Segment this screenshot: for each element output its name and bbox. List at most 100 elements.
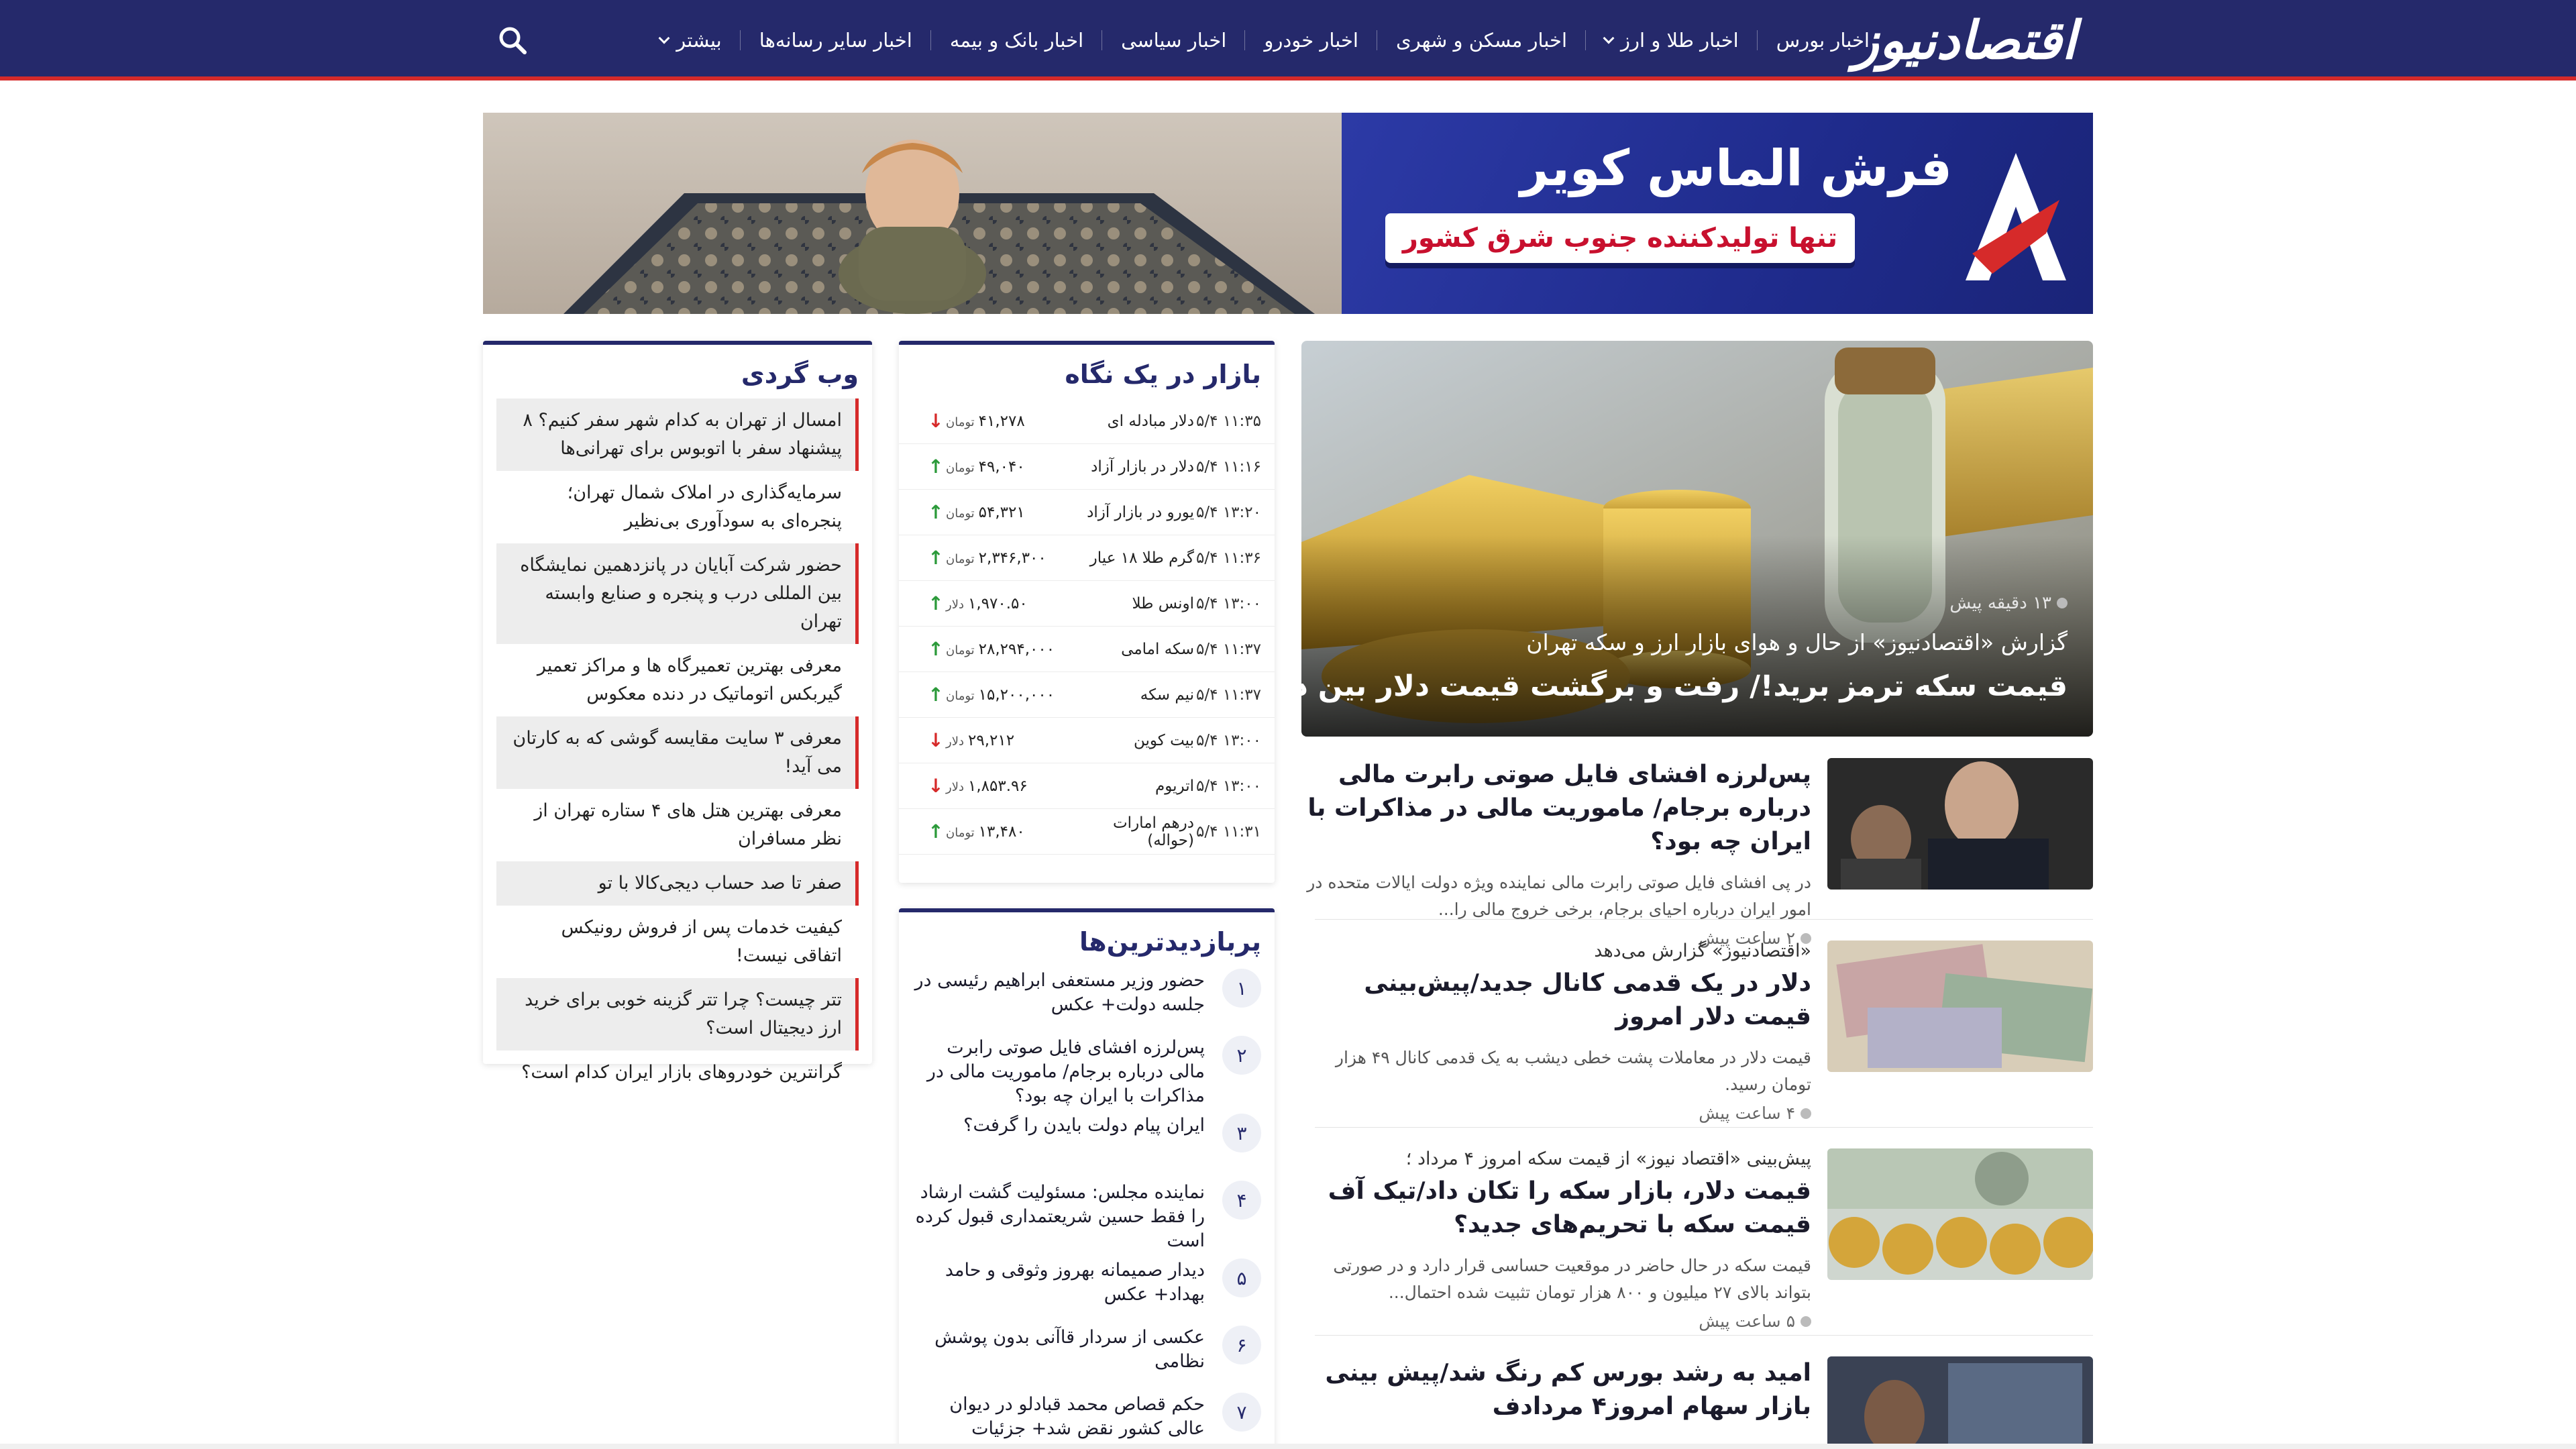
divider [1315,919,2093,920]
most-viewed-item[interactable]: ۵ دیدار صمیمانه بهروز وثوقی و حامد بهداد+… [899,1256,1275,1323]
nav-item-housing[interactable]: اخبار مسکن و شهری [1377,29,1587,52]
news-title[interactable]: پس‌لرزه افشای فایل صوتی رابرت مالی دربار… [1301,758,1811,859]
news-item[interactable]: «اقتصادنیوز» گزارش می‌دهد دلار در یک قدم… [1301,941,2093,1123]
web-link-item[interactable]: کیفیت خدمات پس از فروش رونیکس اتفاقی نیس… [496,906,859,978]
main-nav: اخبار بورس اخبار طلا و ارز اخبار مسکن و … [641,0,1888,80]
most-viewed-item[interactable]: ۴ نماینده مجلس: مسئولیت گشت ارشاد را فقط … [899,1178,1275,1256]
most-viewed-item[interactable]: ۷ حکم قصاص محمد قبادلو در دیوان عالی کشور… [899,1390,1275,1449]
most-viewed-item[interactable]: ۲ پس‌لرزه افشای فایل صوتی رابرت مالی دربا… [899,1033,1275,1111]
nav-item-label: اخبار مسکن و شهری [1395,29,1568,52]
market-row[interactable]: ۱۳:۰۰ ۵/۴ اتریوم ۱,۸۵۳.۹۶دلار ↓ [899,763,1275,809]
arrow-down-icon: ↓ [928,410,944,432]
market-row-value: ۴۱,۲۷۸تومان [946,413,1080,430]
hero-headline[interactable]: قیمت سکه ترمز برید!/ رفت و برگشت قیمت دل… [1301,669,2068,703]
web-link-item[interactable]: حضور شرکت آبایان در پانزدهمین نمایشگاه ب… [496,543,859,644]
most-viewed-link[interactable]: عکسی از سردار قاآنی بدون پوشش نظامی [912,1326,1205,1374]
most-viewed-link[interactable]: حکم قصاص محمد قبادلو در دیوان عالی کشور … [912,1393,1205,1441]
market-value-number: ۴۹,۰۴۰ [978,458,1025,476]
clock-icon [1801,1108,1811,1119]
news-title[interactable]: امید به رشد بورس کم رنگ شد/پیش بینی بازا… [1301,1356,1811,1424]
news-thumbnail[interactable] [1827,1356,2093,1444]
news-item[interactable]: پیش‌بینی «اقتصاد نیوز» از قیمت سکه امروز… [1301,1148,2093,1331]
market-row[interactable]: ۱۳:۰۰ ۵/۴ بیت کوین ۲۹,۲۱۲دلار ↓ [899,718,1275,763]
market-row-time: ۱۱:۳۷ ۵/۴ [1196,686,1261,704]
market-row[interactable]: ۱۱:۳۵ ۵/۴ دلار مبادله ای ۴۱,۲۷۸تومان ↓ [899,398,1275,444]
most-viewed-item[interactable]: ۳ ایران پیام دولت بایدن را گرفت؟ [899,1111,1275,1178]
market-row[interactable]: ۱۱:۱۶ ۵/۴ دلار در بازار آزاد ۴۹,۰۴۰تومان ↑ [899,444,1275,490]
news-thumbnail[interactable] [1827,941,2093,1072]
market-row[interactable]: ۱۳:۰۰ ۵/۴ اونس طلا ۱,۹۷۰.۵۰دلار ↑ [899,581,1275,627]
nav-item-auto[interactable]: اخبار خودرو [1245,29,1377,52]
market-value-number: ۲۸,۲۹۴,۰۰۰ [978,640,1055,658]
hero-kicker: گزارش «اقتصادنیوز» از حال و هوای بازار ا… [1526,629,2068,655]
page-bottom-edge [0,1444,2576,1449]
search-button[interactable] [498,25,527,55]
news-title[interactable]: دلار در یک قدمی کانال جدید/پیش‌بینی قیمت… [1301,967,1811,1034]
news-timestamp: ۴ ساعت پیش [1301,1104,1811,1123]
most-viewed-link[interactable]: پس‌لرزه افشای فایل صوتی رابرت مالی دربار… [912,1036,1205,1108]
most-viewed-item[interactable]: ۶ عکسی از سردار قاآنی بدون پوشش نظامی [899,1323,1275,1390]
most-viewed-link[interactable]: حضور وزیر مستعفی ابراهیم رئیسی در جلسه د… [912,969,1205,1017]
market-row[interactable]: ۱۱:۳۶ ۵/۴ گرم طلا ۱۸ عیار ۲,۳۴۶,۳۰۰تومان ↑ [899,535,1275,581]
market-row-time: ۱۱:۳۶ ۵/۴ [1196,549,1261,567]
web-link-item[interactable]: معرفی بهترین تعمیرگاه ها و مراکز تعمیر گ… [496,644,859,716]
market-row[interactable]: ۱۱:۳۷ ۵/۴ سکه امامی ۲۸,۲۹۴,۰۰۰تومان ↑ [899,627,1275,672]
web-link-item[interactable]: امسال از تهران به کدام شهر سفر کنیم؟ ۸ پ… [496,398,859,471]
web-links-panel: وب گردی امسال از تهران به کدام شهر سفر ک… [483,341,872,1083]
news-thumbnail[interactable] [1827,758,2093,890]
divider [1315,1335,2093,1336]
rank-badge: ۲ [1222,1036,1261,1075]
market-row-name: اونس طلا [1132,594,1194,612]
market-row[interactable]: ۱۱:۳۷ ۵/۴ نیم سکه ۱۵,۲۰۰,۰۰۰تومان ↑ [899,672,1275,718]
web-link-item[interactable]: معرفی بهترین هتل های ۴ ستاره تهران از نظ… [496,789,859,861]
nav-item-bank-insurance[interactable]: اخبار بانک و بیمه [931,29,1103,52]
search-icon [499,27,527,54]
market-row-time: ۱۱:۱۶ ۵/۴ [1196,458,1261,476]
most-viewed-link[interactable]: دیدار صمیمانه بهروز وثوقی و حامد بهداد+ … [912,1258,1205,1307]
nav-item-more[interactable]: بیشتر [641,29,741,52]
hero-story[interactable]: ۱۳ دقیقه پیش گزارش «اقتصادنیوز» از حال و… [1301,341,2093,737]
news-photo-image [1827,941,2093,1072]
news-item[interactable]: امید به رشد بورس کم رنگ شد/پیش بینی بازا… [1301,1356,2093,1444]
nav-item-label: اخبار بانک و بیمه [949,29,1084,52]
nav-item-label: اخبار طلا و ارز [1621,29,1739,52]
news-title[interactable]: قیمت دلار، بازار سکه را تکان داد/تیک آف … [1301,1175,1811,1242]
market-row[interactable]: ۱۳:۲۰ ۵/۴ یورو در بازار آزاد ۵۴,۳۲۱تومان ↑ [899,490,1275,535]
market-row-name: اتریوم [1155,777,1194,795]
news-body: «اقتصادنیوز» گزارش می‌دهد دلار در یک قدم… [1301,941,1811,1123]
news-lead: قیمت سکه در حال حاضر در موقعیت حساسی قرا… [1333,1256,1811,1302]
nav-item-politics[interactable]: اخبار سیاسی [1102,29,1246,52]
news-thumbnail[interactable] [1827,1148,2093,1280]
market-row-name: بیت کوین [1134,731,1194,749]
market-row-value: ۱,۹۷۰.۵۰دلار [946,595,1080,612]
web-link-item[interactable]: معرفی ۳ سایت مقایسه گوشی که به کارتان می… [496,716,859,789]
nav-item-other-media[interactable]: اخبار سایر رسانه‌ها [741,29,931,52]
most-viewed-item[interactable]: ۱ حضور وزیر مستعفی ابراهیم رئیسی در جلسه … [899,966,1275,1033]
market-value-unit: تومان [946,643,975,657]
web-link-item[interactable]: صفر تا صد حساب دیجی‌کالا با تو [496,861,859,906]
market-title: بازار در یک نگاه [1065,360,1261,389]
market-row[interactable]: ۱۱:۳۱ ۵/۴ درهم امارات (حواله) ۱۳,۴۸۰تومان ↑ [899,809,1275,855]
news-item[interactable]: پس‌لرزه افشای فایل صوتی رابرت مالی دربار… [1301,758,2093,948]
hero-time-text: ۱۳ دقیقه پیش [1949,593,2051,613]
most-viewed-link[interactable]: ایران پیام دولت بایدن را گرفت؟ [963,1114,1205,1138]
rank-badge: ۱ [1222,969,1261,1008]
brand-logo-icon [1966,153,2066,280]
news-time-text: ۴ ساعت پیش [1699,1104,1795,1123]
nav-item-gold-currency[interactable]: اخبار طلا و ارز [1586,29,1758,52]
news-kicker: «اقتصادنیوز» گزارش می‌دهد [1594,941,1811,961]
most-viewed-list: ۱ حضور وزیر مستعفی ابراهیم رئیسی در جلسه … [899,966,1275,1449]
market-value-number: ۱,۸۵۳.۹۶ [967,777,1028,795]
banner-brand-panel: فرش الماس کویر تنها تولیدکننده جنوب شرق … [1342,113,2093,314]
arrow-up-icon: ↑ [928,592,944,614]
web-link-item[interactable]: تتر چیست؟ چرا تتر گزینه خوبی برای خرید ا… [496,978,859,1051]
arrow-up-icon: ↑ [928,684,944,706]
most-viewed-link[interactable]: نماینده مجلس: مسئولیت گشت ارشاد را فقط ح… [912,1181,1205,1253]
banner-ad[interactable]: فرش الماس کویر تنها تولیدکننده جنوب شرق … [483,113,2093,314]
web-link-item[interactable]: گرانترین خودروهای بازار ایران کدام است؟ [496,1051,859,1095]
web-link-item[interactable]: سرمایه‌گذاری در املاک شمال تهران؛ پنجره‌… [496,471,859,543]
news-kicker: پیش‌بینی «اقتصاد نیوز» از قیمت سکه امروز… [1405,1148,1811,1169]
market-row-time: ۱۳:۰۰ ۵/۴ [1196,594,1261,612]
market-row-time: ۱۳:۰۰ ۵/۴ [1196,777,1261,795]
nav-item-bourse[interactable]: اخبار بورس [1758,29,1888,52]
